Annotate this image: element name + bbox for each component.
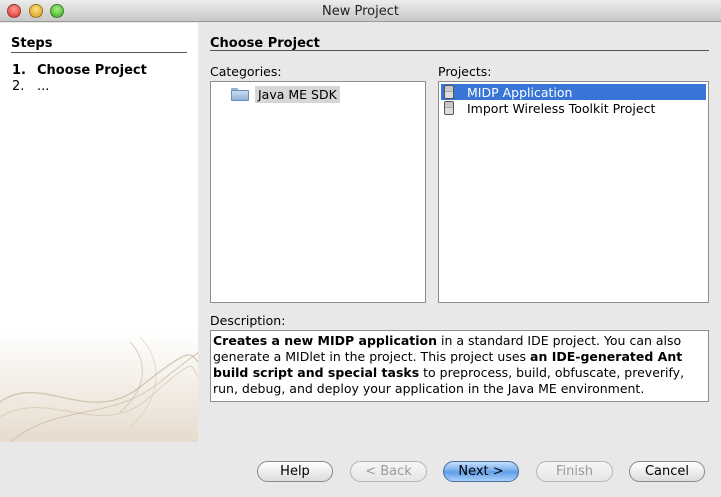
- help-button[interactable]: Help: [257, 461, 333, 482]
- mobile-device-icon: [444, 85, 454, 99]
- steps-panel: Steps 1. Choose Project 2....: [0, 23, 198, 442]
- step-item-next: 2....: [12, 79, 49, 94]
- window-title: New Project: [322, 4, 399, 19]
- page-title: Choose Project: [210, 36, 320, 51]
- title-divider: [210, 50, 709, 51]
- next-button[interactable]: Next >: [443, 461, 519, 482]
- back-button[interactable]: < Back: [350, 461, 427, 482]
- cancel-button[interactable]: Cancel: [629, 461, 705, 482]
- project-label: Import Wireless Toolkit Project: [467, 100, 656, 116]
- folder-icon: [231, 87, 249, 101]
- steps-heading: Steps: [11, 36, 53, 51]
- decorative-swirl-image: [0, 332, 198, 442]
- category-label: Java ME SDK: [255, 85, 340, 103]
- project-item-midp-application[interactable]: MIDP Application: [441, 84, 706, 100]
- step-label: Choose Project: [37, 63, 147, 78]
- step-item-choose-project: 1. Choose Project: [12, 63, 147, 78]
- project-item-import-wtk[interactable]: Import Wireless Toolkit Project: [441, 100, 706, 116]
- description-bold-1: Creates a new MIDP application: [213, 333, 438, 348]
- categories-list[interactable]: Java ME SDK: [210, 81, 426, 303]
- finish-button[interactable]: Finish: [536, 461, 613, 482]
- category-item-java-me-sdk[interactable]: Java ME SDK: [231, 85, 340, 103]
- step-number: 1.: [12, 63, 26, 78]
- step-label: ...: [37, 79, 50, 94]
- projects-list[interactable]: MIDP Application Import Wireless Toolkit…: [438, 81, 709, 303]
- mobile-device-icon: [444, 101, 454, 115]
- description-text: Creates a new MIDP application in a stan…: [210, 330, 709, 402]
- steps-divider: [11, 52, 187, 53]
- description-label: Description:: [210, 313, 286, 328]
- categories-label: Categories:: [210, 64, 282, 79]
- projects-label: Projects:: [438, 64, 492, 79]
- step-number: 2.: [12, 79, 25, 94]
- project-label: MIDP Application: [467, 84, 573, 100]
- title-bar: New Project: [0, 0, 721, 22]
